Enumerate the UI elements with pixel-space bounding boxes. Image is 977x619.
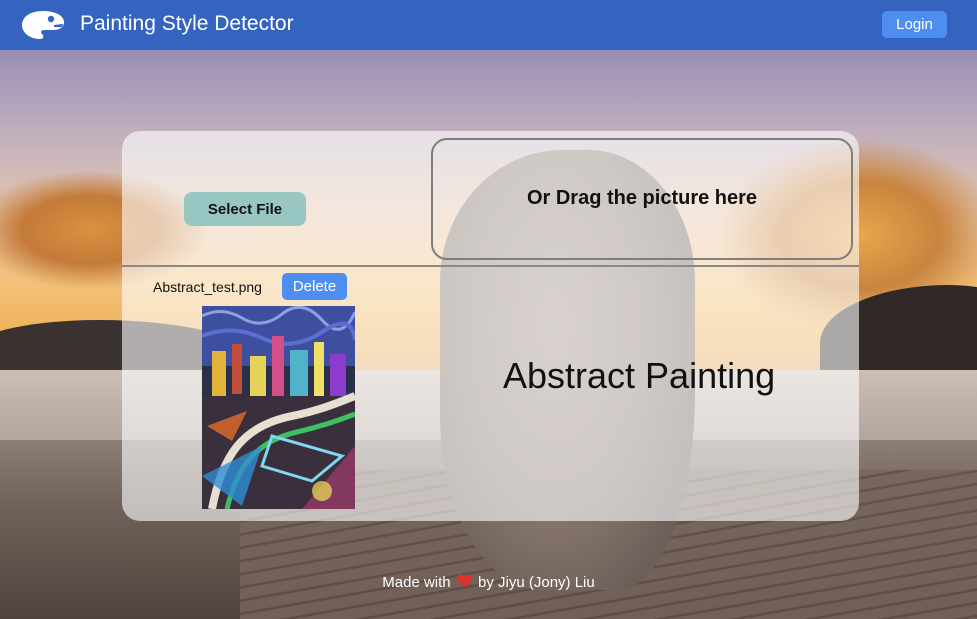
prediction-result: Abstract Painting [503, 355, 776, 396]
upload-card: Select File Or Drag the picture here Abs… [122, 131, 859, 521]
divider [122, 265, 859, 267]
footer-prefix: Made with [382, 574, 451, 591]
palette-icon [22, 11, 64, 39]
app-title: Painting Style Detector [80, 12, 294, 35]
select-file-button[interactable]: Select File [184, 192, 306, 226]
delete-button[interactable]: Delete [282, 273, 347, 300]
painting-preview-image [202, 306, 355, 509]
footer: Made with by Jiyu (Jony) Liu [0, 573, 977, 591]
file-name: Abstract_test.png [153, 279, 262, 295]
drop-zone-label: Or Drag the picture here [526, 186, 758, 209]
heart-icon [457, 574, 472, 592]
footer-author: by Jiyu (Jony) Liu [478, 574, 595, 591]
navbar: Painting Style Detector Login [0, 0, 977, 50]
login-button[interactable]: Login [882, 11, 947, 38]
drop-zone[interactable]: Or Drag the picture here [431, 138, 853, 260]
